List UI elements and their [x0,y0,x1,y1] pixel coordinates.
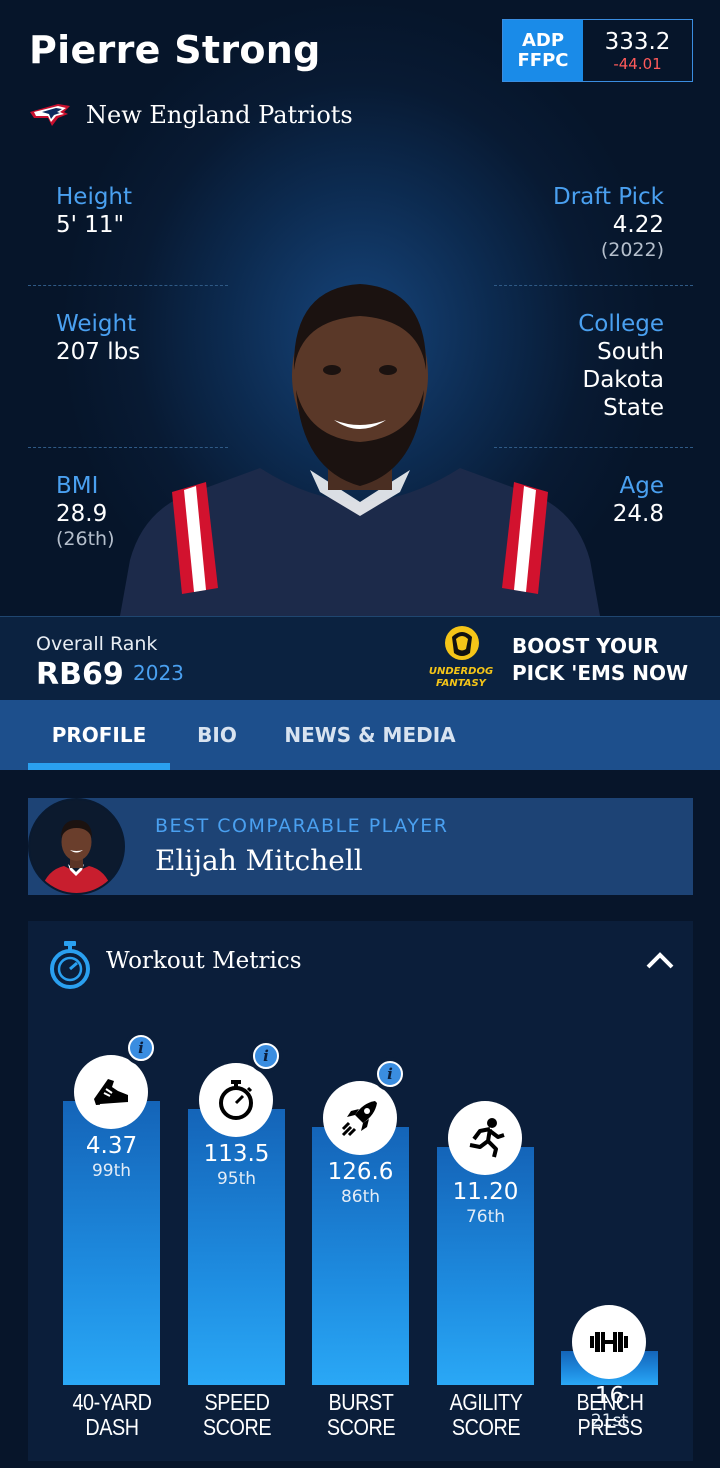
comparable-player-avatar [28,798,125,895]
adp-change: -44.01 [613,54,662,73]
player-name: Pierre Strong [29,28,321,72]
stat-height-label: Height [56,184,133,210]
metric-label-line-2: SCORE [451,1414,521,1440]
patriots-logo-icon [30,104,70,126]
promo-line-1: BOOST YOUR [512,634,659,658]
overall-rank-bar: Overall Rank RB69 2023 UNDERDOG FANTASY … [0,616,720,700]
stat-draft-label: Draft Pick [552,184,664,210]
underdog-logo-icon[interactable] [440,623,484,667]
stopwatch-icon [50,941,90,989]
metric-percentile: 76th [465,1207,506,1227]
metric-label-line-2: SCORE [202,1414,272,1440]
running-man-icon [448,1101,522,1175]
chevron-up-icon[interactable] [645,949,675,971]
stat-age-label: Age [619,473,664,499]
stat-bmi: BMI 28.9 (26th) [56,472,115,550]
comparable-label: BEST COMPARABLE PLAYER [155,815,449,837]
workout-metrics-title: Workout Metrics [106,948,302,974]
metric-value: 126.6 [327,1159,394,1185]
metric-label: 40-YARD DASH [60,1390,163,1440]
tab-news-media[interactable]: NEWS & MEDIA [282,700,458,770]
info-icon[interactable]: i [249,1039,283,1073]
info-icon[interactable]: i [124,1031,158,1065]
underdog-wordmark-line-2: FANTASY [436,678,486,689]
rank-label: Overall Rank [36,633,158,655]
metric-label: SPEED SCORE [185,1390,288,1440]
underdog-wordmark[interactable]: UNDERDOG FANTASY [426,666,496,690]
stat-age: Age 24.8 [613,472,664,528]
stat-draft-pick: Draft Pick 4.22 (2022) [553,183,664,261]
promo-cta[interactable]: BOOST YOUR PICK 'EMS NOW [512,633,688,687]
metric-label: BENCH PRESS [558,1390,661,1440]
stat-draft-value: 4.22 [612,212,664,238]
stopwatch-icon [199,1063,273,1137]
metric-label-line-1: SPEED [204,1389,270,1415]
metric-label-line-1: BURST [328,1389,394,1415]
metric-value: 113.5 [203,1141,270,1167]
info-icon[interactable]: i [373,1057,407,1091]
underdog-wordmark-line-1: UNDERDOG [428,666,494,677]
rank-year: 2023 [133,661,184,685]
stat-draft-year: (2022) [600,239,664,261]
running-shoe-icon [74,1055,148,1129]
metric-value: 11.20 [452,1179,519,1205]
adp-badge[interactable]: ADP FFPC 333.2 -44.01 [502,19,693,82]
metric-label-line-1: BENCH [576,1389,644,1415]
metric-label-line-2: SCORE [326,1414,396,1440]
team-row[interactable]: New England Patriots [28,100,353,130]
metric-label-line-2: DASH [85,1414,139,1440]
metric-label: BURST SCORE [309,1390,412,1440]
adp-value: 333.2 [604,28,671,55]
metric-label-line-1: 40-YARD [72,1389,152,1415]
stat-height: Height 5' 11" [56,183,132,239]
metric-label-line-1: AGILITY [449,1389,523,1415]
comparable-name: Elijah Mitchell [155,844,363,877]
stat-bmi-label: BMI [56,473,99,499]
player-hero: Pierre Strong ADP FFPC 333.2 -44.01 New … [0,0,720,616]
metric-label: AGILITY SCORE [434,1390,537,1440]
metric-percentile: 95th [216,1169,257,1189]
stat-age-value: 24.8 [612,501,664,527]
tab-profile[interactable]: PROFILE [28,700,170,770]
metric-value: 4.37 [85,1133,138,1159]
comparable-player-card[interactable]: BEST COMPARABLE PLAYER Elijah Mitchell [28,798,693,895]
rank-value: RB69 [36,657,124,692]
rocket-icon [323,1081,397,1155]
adp-label: ADP FFPC [503,20,583,81]
metric-percentile: 99th [91,1161,132,1181]
adp-label-ffpc: FFPC [517,49,569,71]
promo-line-2: PICK 'EMS NOW [512,661,689,685]
workout-metrics-panel: Workout Metrics i 4.37 99th 40-YARD DASH i 113… [28,921,693,1461]
stat-bmi-value: 28.9 [56,501,108,527]
tab-bio[interactable]: BIO [184,700,250,770]
comparable-player-photo [30,800,123,893]
player-photo [120,284,600,616]
metric-percentile: 86th [340,1187,381,1207]
adp-values: 333.2 -44.01 [583,20,692,81]
stat-height-value: 5' 11" [56,212,125,238]
dumbbell-icon [572,1305,646,1379]
active-tab-indicator [28,763,170,770]
adp-label-adp: ADP [521,29,565,51]
tab-bar: PROFILE BIO NEWS & MEDIA [0,700,720,770]
metric-label-line-2: PRESS [577,1414,643,1440]
team-name: New England Patriots [86,101,353,129]
stat-bmi-rank: (26th) [56,528,115,550]
